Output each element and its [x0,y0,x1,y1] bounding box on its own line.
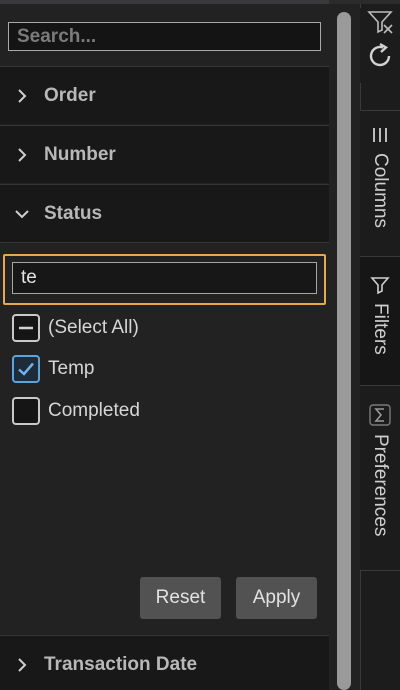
chevron-down-icon [15,209,29,218]
chevron-right-icon [18,657,27,672]
filter-group-label: Status [44,202,103,224]
minus-icon [19,326,33,330]
sigma-icon [369,404,391,426]
vertical-scrollbar-thumb[interactable] [337,12,351,690]
option-label: (Select All) [48,317,139,338]
option-label: Completed [48,400,140,421]
filter-group-order[interactable]: Order [0,66,329,124]
columns-icon [373,128,387,142]
tab-preferences[interactable]: Preferences [360,386,400,570]
filter-group-label: Transaction Date [44,653,198,675]
tab-columns[interactable]: Columns [360,111,400,256]
chevron-right-icon [18,147,27,162]
search-input[interactable] [8,22,321,51]
mini-filter-focus-ring [3,254,326,305]
filter-group-transaction-date[interactable]: Transaction Date [0,635,329,690]
checkbox-unchecked[interactable] [12,397,40,425]
search-bar [0,8,329,64]
apply-button[interactable]: Apply [236,577,317,619]
filter-group-label: Order [44,84,96,106]
checkmark-icon [18,362,34,376]
status-filter-body: (Select All) Temp Completed Reset Apply [0,242,329,634]
funnel-icon [370,277,390,295]
filter-group-number[interactable]: Number [0,125,329,183]
filters-tool-panel: Order Number Status (Select All) Temp Co… [0,0,329,690]
completed-option[interactable]: Completed [12,395,140,427]
filter-group-label: Number [44,143,116,165]
tab-filters[interactable]: Filters [360,257,400,385]
select-all-option[interactable]: (Select All) [12,312,139,344]
filter-group-status[interactable]: Status [0,184,329,242]
checkbox-checked[interactable] [12,355,40,383]
reset-button[interactable]: Reset [140,577,221,619]
checkbox-indeterminate[interactable] [12,314,40,342]
tab-label: Preferences [370,434,391,537]
tab-label: Filters [370,303,391,355]
filter-clear-icon[interactable] [365,8,395,38]
temp-option[interactable]: Temp [12,353,94,385]
option-label: Temp [48,358,95,379]
refresh-icon[interactable] [364,40,396,72]
mini-filter-input[interactable] [12,262,317,294]
tab-label: Columns [370,153,391,228]
chevron-right-icon [18,88,27,103]
side-bar-top-icons [360,8,400,83]
